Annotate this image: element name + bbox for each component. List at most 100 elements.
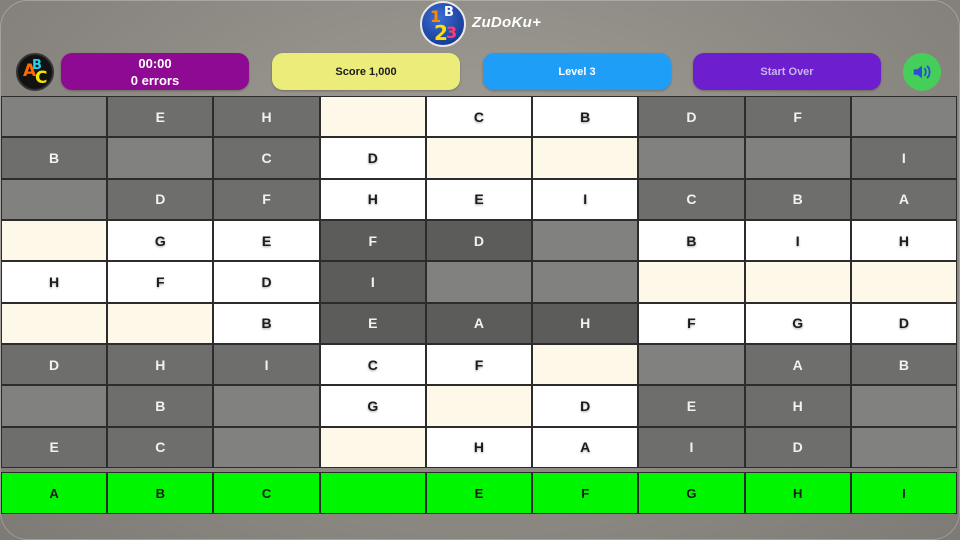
board-cell[interactable]: H: [214, 97, 319, 137]
app-title: ZuDoKu+: [472, 14, 542, 31]
board-cell[interactable]: C: [214, 138, 319, 178]
board-cell[interactable]: B: [108, 386, 213, 426]
board-cell[interactable]: D: [851, 303, 956, 343]
board-cell[interactable]: B: [533, 97, 638, 137]
board-cell[interactable]: D: [426, 220, 532, 261]
letter-picker-button[interactable]: G: [639, 473, 744, 513]
board-cell[interactable]: [639, 344, 744, 385]
abc-mode-icon[interactable]: ABC: [16, 53, 54, 91]
board-cell[interactable]: B: [745, 179, 850, 219]
board-cell[interactable]: [851, 97, 956, 137]
letter-picker-button[interactable]: A: [2, 473, 107, 513]
board-cell[interactable]: F: [320, 220, 425, 261]
board-cell[interactable]: D: [320, 138, 425, 178]
board-cell[interactable]: H: [108, 344, 213, 385]
board-cell[interactable]: H: [533, 303, 638, 343]
board-cell[interactable]: [320, 427, 425, 467]
board-cell[interactable]: I: [639, 427, 744, 467]
board-cell[interactable]: B: [214, 303, 319, 343]
board-cell[interactable]: H: [851, 220, 956, 261]
letter-picker-button[interactable]: [320, 473, 425, 513]
board-cell[interactable]: [108, 303, 213, 343]
board-cell[interactable]: [426, 262, 532, 302]
board-cell[interactable]: F: [745, 97, 850, 137]
letter-picker-button[interactable]: B: [108, 473, 213, 513]
board-cell[interactable]: D: [639, 97, 744, 137]
board-cell[interactable]: C: [108, 427, 213, 467]
letter-picker-button[interactable]: E: [426, 473, 532, 513]
board-cell[interactable]: G: [745, 303, 850, 343]
score-value: Score 1,000: [335, 65, 397, 78]
board-cell[interactable]: [2, 97, 107, 137]
board-cell[interactable]: I: [320, 262, 425, 302]
board-cell[interactable]: [2, 303, 107, 343]
board-cell[interactable]: [320, 97, 425, 137]
board-cell[interactable]: F: [639, 303, 744, 343]
board-cell[interactable]: A: [426, 303, 532, 343]
board-cell[interactable]: [2, 220, 107, 261]
board-cell[interactable]: D: [214, 262, 319, 302]
board-cell[interactable]: I: [745, 220, 850, 261]
board-cell[interactable]: G: [320, 386, 425, 426]
board-cell[interactable]: [851, 262, 956, 302]
board-cell[interactable]: F: [426, 344, 532, 385]
board-cell[interactable]: I: [533, 179, 638, 219]
sudoku-board: EHCBDFBCDIDFHEICBAGEFDBIHHFDIBEAHFGDDHIC…: [1, 96, 957, 468]
board-cell[interactable]: [639, 262, 744, 302]
board-cell[interactable]: B: [639, 220, 744, 261]
board-cell[interactable]: I: [214, 344, 319, 385]
board-cell[interactable]: E: [108, 97, 213, 137]
board-cell[interactable]: [214, 427, 319, 467]
board-cell[interactable]: [533, 220, 638, 261]
letter-picker-button[interactable]: F: [533, 473, 638, 513]
board-cell[interactable]: F: [214, 179, 319, 219]
letter-picker-button[interactable]: C: [214, 473, 319, 513]
board-cell[interactable]: C: [426, 97, 532, 137]
board-cell[interactable]: E: [2, 427, 107, 467]
board-cell[interactable]: C: [320, 344, 425, 385]
board-cell[interactable]: D: [745, 427, 850, 467]
board-cell[interactable]: H: [2, 262, 107, 302]
board-cell[interactable]: F: [108, 262, 213, 302]
board-cell[interactable]: C: [639, 179, 744, 219]
board-cell[interactable]: B: [2, 138, 107, 178]
board-cell[interactable]: [426, 386, 532, 426]
start-over-button[interactable]: Start Over: [693, 53, 881, 90]
board-cell[interactable]: A: [745, 344, 850, 385]
board-cell[interactable]: A: [533, 427, 638, 467]
board-cell[interactable]: E: [320, 303, 425, 343]
board-cell[interactable]: [851, 386, 956, 426]
app-logo-icon: 1B23: [420, 1, 466, 47]
board-cell[interactable]: H: [745, 386, 850, 426]
board-cell[interactable]: H: [426, 427, 532, 467]
board-cell[interactable]: [745, 262, 850, 302]
board-cell[interactable]: [745, 138, 850, 178]
board-cell[interactable]: E: [639, 386, 744, 426]
board-cell[interactable]: [426, 138, 532, 178]
board-cell[interactable]: E: [426, 179, 532, 219]
board-cell[interactable]: H: [320, 179, 425, 219]
letter-picker-button[interactable]: I: [851, 473, 956, 513]
start-over-label: Start Over: [760, 65, 814, 78]
board-cell[interactable]: I: [851, 138, 956, 178]
board-cell[interactable]: [108, 138, 213, 178]
board-cell[interactable]: G: [108, 220, 213, 261]
error-count: 0 errors: [130, 72, 180, 88]
board-cell[interactable]: E: [214, 220, 319, 261]
board-cell[interactable]: D: [2, 344, 107, 385]
board-cell[interactable]: [639, 138, 744, 178]
board-cell[interactable]: [533, 262, 638, 302]
board-cell[interactable]: [214, 386, 319, 426]
board-cell[interactable]: [2, 386, 107, 426]
board-cell[interactable]: [533, 138, 638, 178]
board-cell[interactable]: D: [533, 386, 638, 426]
letter-picker-button[interactable]: H: [745, 473, 850, 513]
speaker-icon: [913, 65, 931, 79]
board-cell[interactable]: [2, 179, 107, 219]
board-cell[interactable]: D: [108, 179, 213, 219]
board-cell[interactable]: [851, 427, 956, 467]
board-cell[interactable]: [533, 344, 638, 385]
board-cell[interactable]: B: [851, 344, 956, 385]
sound-toggle-button[interactable]: [903, 53, 941, 91]
board-cell[interactable]: A: [851, 179, 956, 219]
